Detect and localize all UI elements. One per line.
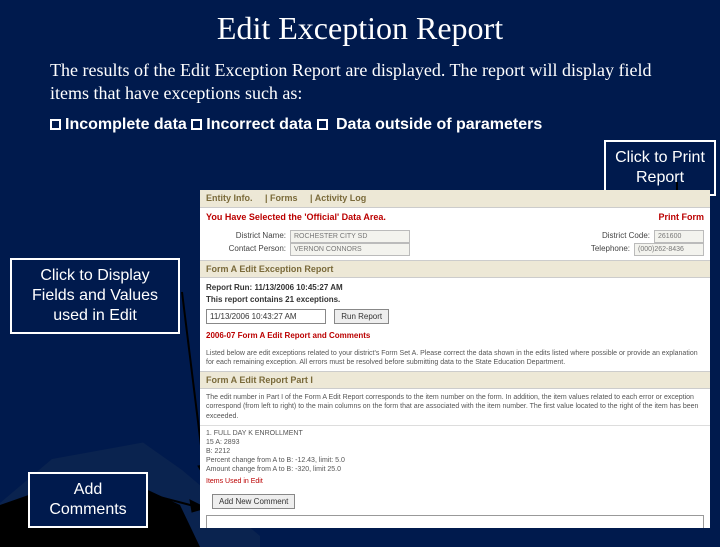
telephone-value: (000)262-8436 [634,243,704,256]
rpt-line: Percent change from A to B: -12.43, limi… [206,456,704,465]
contact-person-label: Contact Person: [206,243,286,256]
section-form-a-header: Form A Edit Exception Report [200,260,710,278]
part1-header: Form A Edit Report Part I [200,371,710,389]
exception-count: This report contains 21 exceptions. [206,294,704,305]
rpt-line: B: 2212 [206,447,704,456]
tab-entity-info[interactable]: Entity Info. [206,193,253,203]
intro-text: The results of the Edit Exception Report… [0,47,720,110]
district-name-value: ROCHESTER CITY SD [290,230,410,243]
bullet-row: Incomplete data Incorrect data Data outs… [0,110,720,134]
report-date-input[interactable]: 11/13/2006 10:43:27 AM [206,309,326,324]
page-title: Edit Exception Report [0,0,720,47]
report-run-line: Report Run: 11/13/2006 10:45:27 AM [206,282,704,293]
tab-forms[interactable]: Forms [270,193,298,203]
report-title: 2006-07 Form A Edit Report and Comments [206,330,704,341]
bullet-2: Incorrect data [206,116,312,133]
callout-add-comments: Add Comments [28,472,148,528]
callout-display-fields: Click to Display Fields and Values used … [10,258,180,334]
bullet-1: Incomplete data [65,116,187,133]
selected-area-msg: You Have Selected the 'Official' Data Ar… [200,208,710,226]
report-run-value: 11/13/2006 10:45:27 AM [254,283,342,292]
app-screenshot: Entity Info. | Forms | Activity Log You … [200,190,710,528]
square-bullet-icon [191,119,202,130]
add-new-comment-button[interactable]: Add New Comment [212,494,295,509]
square-bullet-icon [50,119,61,130]
report-intro: Listed below are edit exceptions related… [200,345,710,371]
callout-print-report: Click to Print Report [604,140,716,196]
rpt-line: Amount change from A to B: -320, limit 2… [206,465,704,474]
part1-description: The edit number in Part I of the Form A … [200,389,710,424]
report-run-label: Report Run: [206,283,252,292]
contact-person-value: VERNON CONNORS [290,243,410,256]
district-code-value: 261600 [654,230,704,243]
rpt-line: 15 A: 2893 [206,438,704,447]
arrow-icon [148,488,208,514]
selected-area-text: You Have Selected the 'Official' Data Ar… [206,212,386,222]
comment-textarea[interactable] [206,515,704,528]
district-fields: District Name: ROCHESTER CITY SD Distric… [200,226,710,260]
print-form-link[interactable]: Print Form [658,212,704,222]
rpt-line: 1. FULL DAY K ENROLLMENT [206,429,704,438]
tab-activity-log[interactable]: Activity Log [315,193,367,203]
exception-detail: 1. FULL DAY K ENROLLMENT 15 A: 2893 B: 2… [200,425,710,491]
district-name-label: District Name: [206,230,286,243]
tab-bar: Entity Info. | Forms | Activity Log [200,190,710,208]
bullet-3: Data outside of parameters [336,116,542,133]
items-used-link[interactable]: Items Used in Edit [206,477,704,486]
telephone-label: Telephone: [560,243,630,256]
run-report-button[interactable]: Run Report [334,309,389,324]
district-code-label: District Code: [580,230,650,243]
square-bullet-icon [317,119,328,130]
